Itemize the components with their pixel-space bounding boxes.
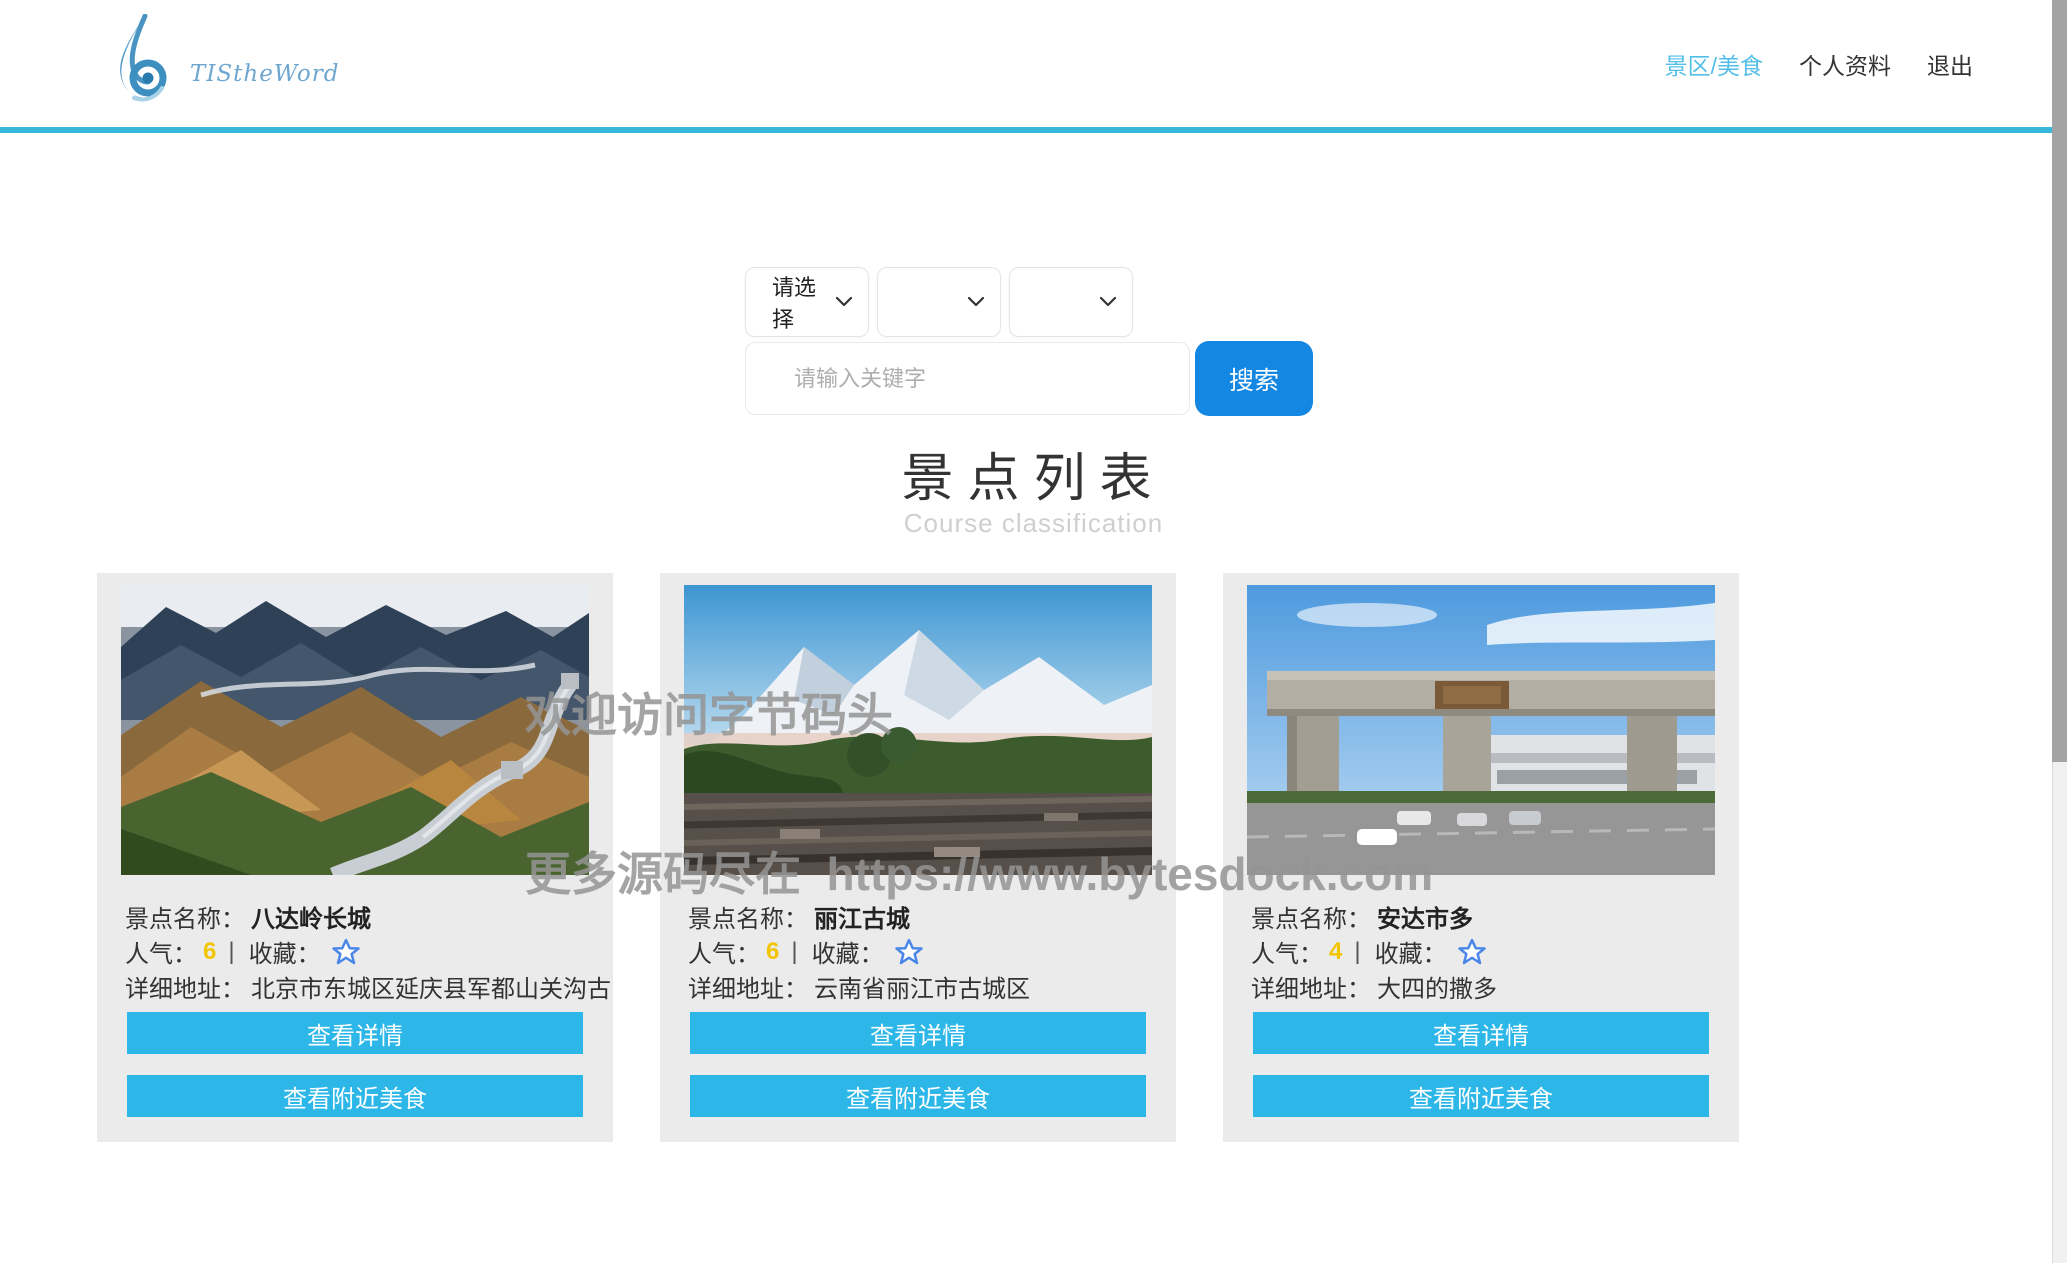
- favorite-label: 收藏：: [811, 941, 884, 968]
- nav-item-logout[interactable]: 退出: [1927, 47, 1973, 81]
- spot-card: 景点名称： 丽江古城 人气： 6 | 收藏： 详细地址： 云南省丽江市古城区 查…: [660, 573, 1176, 1142]
- search-button[interactable]: 搜索: [1195, 341, 1313, 416]
- favorite-star-icon[interactable]: [894, 937, 924, 967]
- spot-name-line: 景点名称： 丽江古城: [688, 899, 1176, 934]
- address-label: 详细地址：: [125, 976, 245, 1003]
- popularity-value: 6: [203, 937, 217, 965]
- page-title: 景点列表: [901, 450, 1166, 508]
- popularity-label: 人气：: [125, 941, 197, 968]
- address-label: 详细地址：: [1251, 976, 1371, 1003]
- keyword-input[interactable]: [745, 342, 1190, 415]
- view-detail-button[interactable]: 查看详情: [690, 1012, 1146, 1054]
- spot-address-line: 详细地址： 北京市东城区延庆县军都山关沟古: [125, 969, 613, 1004]
- logo-swirl-icon: [112, 14, 174, 106]
- chevron-down-icon: [836, 297, 852, 307]
- address-value: 云南省丽江市古城区: [814, 976, 1030, 1003]
- spot-name-label: 景点名称：: [1251, 906, 1371, 933]
- spot-address-line: 详细地址： 大四的撒多: [1251, 969, 1739, 1004]
- category-select[interactable]: 请选择: [745, 267, 869, 337]
- search-row: 搜索: [745, 341, 1313, 416]
- spot-card-list: 景点名称： 八达岭长城 人气： 6 | 收藏： 详细地址： 北京市东城区延庆县军…: [97, 573, 1739, 1142]
- popularity-value: 4: [1329, 937, 1343, 965]
- card-image-anda: [1247, 585, 1715, 875]
- scrollbar-thumb[interactable]: [2052, 0, 2067, 762]
- nav-item-profile[interactable]: 个人资料: [1799, 47, 1891, 81]
- spot-name: 八达岭长城: [251, 906, 371, 933]
- spot-address-line: 详细地址： 云南省丽江市古城区: [688, 969, 1176, 1004]
- header: TIStheWord 景区/美食 个人资料 退出: [0, 0, 2067, 133]
- nav-item-scenic-food[interactable]: 景区/美食: [1665, 47, 1763, 81]
- chevron-down-icon: [1100, 297, 1116, 307]
- spot-info: 景点名称： 安达市多 人气： 4 | 收藏： 详细地址： 大四的撒多: [1251, 899, 1739, 1004]
- page: TIStheWord 景区/美食 个人资料 退出 请选择 请输入关键字 搜索 景…: [0, 0, 2067, 1263]
- view-detail-button[interactable]: 查看详情: [1253, 1012, 1709, 1054]
- popularity-value: 6: [766, 937, 780, 965]
- favorite-star-icon[interactable]: [1457, 937, 1487, 967]
- spot-name-line: 景点名称： 安达市多: [1251, 899, 1739, 934]
- province-select[interactable]: [877, 267, 1001, 337]
- main-nav: 景区/美食 个人资料 退出: [1665, 0, 1973, 127]
- spot-meta-line: 人气： 6 | 收藏：: [688, 934, 1176, 969]
- view-detail-button[interactable]: 查看详情: [127, 1012, 583, 1054]
- spot-name-line: 景点名称： 八达岭长城: [125, 899, 613, 934]
- logo: TIStheWord: [112, 14, 340, 106]
- city-select[interactable]: [1009, 267, 1133, 337]
- favorite-star-icon[interactable]: [331, 937, 361, 967]
- popularity-label: 人气：: [688, 941, 760, 968]
- popularity-label: 人气：: [1251, 941, 1323, 968]
- page-subtitle: Course classification: [903, 508, 1164, 538]
- spot-name-label: 景点名称：: [125, 906, 245, 933]
- spot-card: 景点名称： 安达市多 人气： 4 | 收藏： 详细地址： 大四的撒多 查看详情 …: [1223, 573, 1739, 1142]
- spot-info: 景点名称： 八达岭长城 人气： 6 | 收藏： 详细地址： 北京市东城区延庆县军…: [125, 899, 613, 1004]
- nearby-food-button[interactable]: 查看附近美食: [127, 1075, 583, 1117]
- separator: |: [228, 937, 235, 965]
- chevron-down-icon: [968, 297, 984, 307]
- nearby-food-button[interactable]: 查看附近美食: [1253, 1075, 1709, 1117]
- spot-info: 景点名称： 丽江古城 人气： 6 | 收藏： 详细地址： 云南省丽江市古城区: [688, 899, 1176, 1004]
- spot-name-label: 景点名称：: [688, 906, 808, 933]
- separator: |: [791, 937, 798, 965]
- spot-name: 丽江古城: [814, 906, 910, 933]
- spot-meta-line: 人气： 6 | 收藏：: [125, 934, 613, 969]
- scrollbar-track[interactable]: [2052, 0, 2067, 1263]
- address-value: 大四的撒多: [1377, 976, 1497, 1003]
- spot-meta-line: 人气： 4 | 收藏：: [1251, 934, 1739, 969]
- favorite-label: 收藏：: [248, 941, 321, 968]
- spot-card: 景点名称： 八达岭长城 人气： 6 | 收藏： 详细地址： 北京市东城区延庆县军…: [97, 573, 613, 1142]
- card-image-great-wall: [121, 585, 589, 875]
- separator: |: [1354, 937, 1361, 965]
- nearby-food-button[interactable]: 查看附近美食: [690, 1075, 1146, 1117]
- address-label: 详细地址：: [688, 976, 808, 1003]
- address-value: 北京市东城区延庆县军都山关沟古: [251, 976, 611, 1003]
- spot-name: 安达市多: [1377, 906, 1473, 933]
- favorite-label: 收藏：: [1374, 941, 1447, 968]
- category-select-value: 请选择: [772, 275, 817, 332]
- brand-text: TIStheWord: [190, 61, 340, 87]
- filter-row: 请选择: [745, 267, 1133, 337]
- card-image-lijiang: [684, 585, 1152, 875]
